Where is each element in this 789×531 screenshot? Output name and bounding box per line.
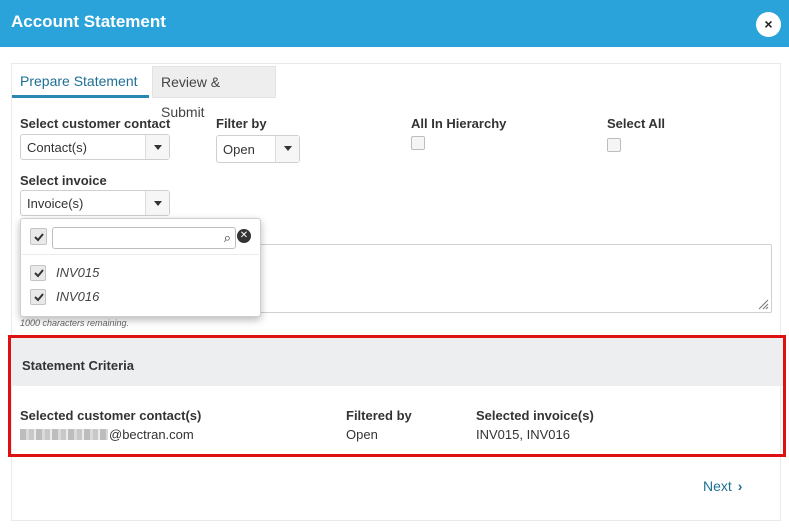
all-in-hierarchy-checkbox[interactable]	[411, 136, 425, 150]
invoice-select[interactable]: Invoice(s)	[20, 190, 170, 216]
filter-by-label: Filter by	[216, 116, 267, 131]
select-all-checkbox[interactable]	[607, 138, 621, 152]
filtered-by-label: Filtered by	[346, 408, 412, 423]
select-all-label: Select All	[607, 116, 666, 131]
divider	[22, 254, 259, 255]
selected-invoices-label: Selected invoice(s)	[476, 408, 594, 423]
filtered-by-value: Open	[346, 427, 378, 442]
invoice-value: Invoice(s)	[27, 196, 84, 211]
search-icon: ⌕	[223, 230, 231, 245]
chevron-down-icon	[275, 136, 299, 162]
selected-contact-value: @bectran.com	[20, 427, 194, 442]
customer-contact-value: Contact(s)	[27, 140, 87, 155]
invoice-dropdown: ⌕ ✕ INV015 INV016	[20, 218, 261, 317]
filter-by-value: Open	[223, 142, 255, 157]
close-icon[interactable]: ×	[756, 12, 781, 37]
invoice-option-checkbox[interactable]	[30, 289, 46, 305]
contact-email-domain: @bectran.com	[109, 427, 194, 442]
selected-invoices-value: INV015, INV016	[476, 427, 570, 442]
chevron-right-icon: ›	[737, 478, 743, 494]
clear-icon[interactable]: ✕	[237, 229, 251, 243]
customer-contact-select[interactable]: Contact(s)	[20, 134, 170, 160]
characters-remaining: 1000 characters remaining.	[20, 318, 130, 328]
criteria-header: Statement Criteria	[11, 338, 783, 386]
invoice-search-input[interactable]: ⌕	[52, 227, 236, 249]
chevron-down-icon	[145, 135, 169, 159]
invoice-option-checkbox[interactable]	[30, 265, 46, 281]
statement-criteria-section: Statement Criteria Selected customer con…	[8, 335, 786, 457]
checkmark-icon	[34, 269, 44, 278]
invoice-label: Select invoice	[20, 173, 107, 188]
dialog-title: Account Statement	[11, 12, 166, 31]
selected-contact-label: Selected customer contact(s)	[20, 408, 202, 423]
next-button[interactable]: Next ›	[703, 478, 742, 494]
criteria-title: Statement Criteria	[22, 358, 134, 373]
tab-review-submit[interactable]: Review & Submit	[152, 66, 276, 120]
resize-handle-icon[interactable]	[757, 298, 769, 310]
checkmark-icon	[34, 233, 44, 242]
redacted-email	[20, 429, 108, 440]
invoice-option-label: INV016	[56, 289, 100, 304]
checkmark-icon	[34, 293, 44, 302]
invoice-option-label: INV015	[56, 265, 100, 280]
next-label: Next	[703, 478, 732, 494]
chevron-down-icon	[145, 191, 169, 215]
select-all-invoices-checkbox[interactable]	[30, 228, 47, 245]
filter-by-select[interactable]: Open	[216, 135, 300, 163]
all-in-hierarchy-label: All In Hierarchy	[411, 116, 507, 131]
customer-contact-label: Select customer contact	[20, 116, 171, 131]
tab-prepare-statement[interactable]: Prepare Statement	[12, 66, 149, 98]
dialog-header: Account Statement ×	[0, 0, 789, 47]
